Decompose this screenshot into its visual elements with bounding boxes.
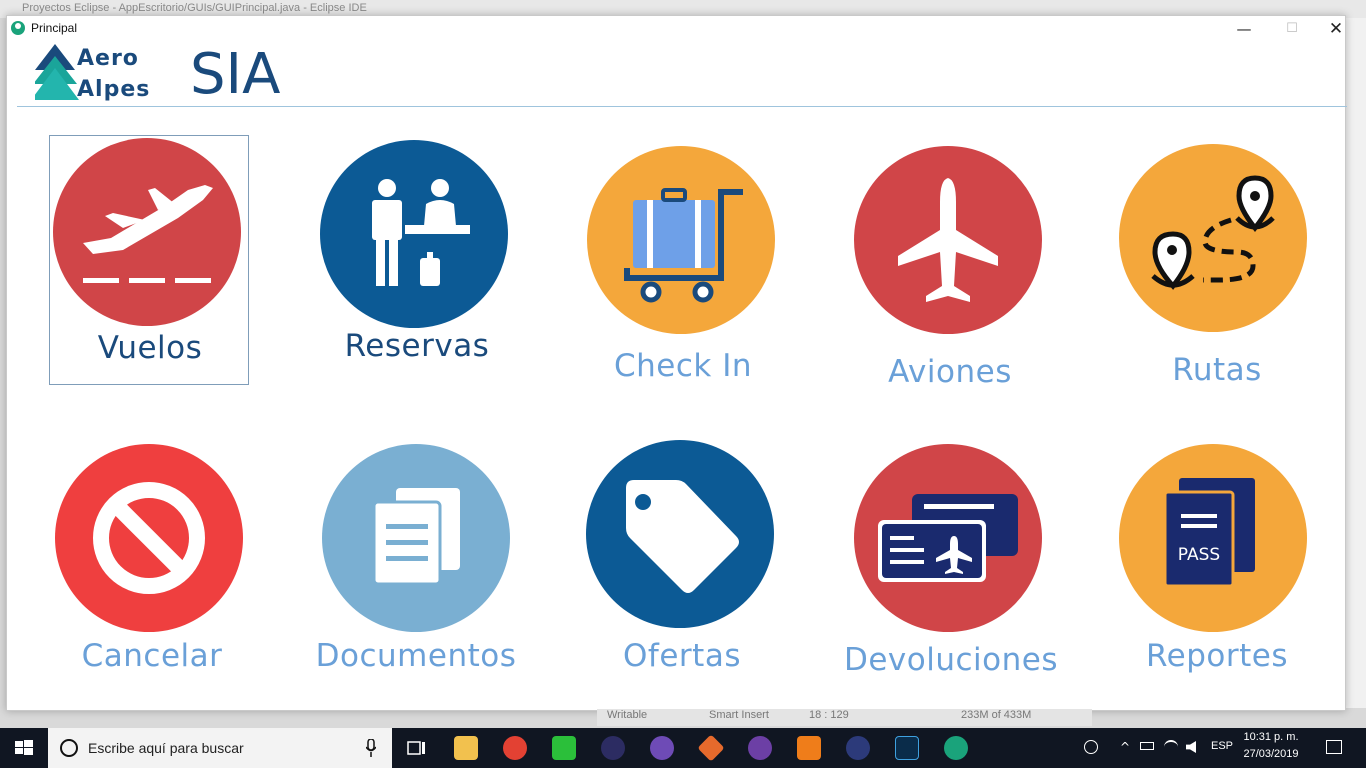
- tile-devoluciones[interactable]: Devoluciones: [844, 444, 1058, 694]
- eclipse-ee-icon[interactable]: [748, 736, 772, 760]
- tile-label: Rutas: [1172, 352, 1262, 388]
- cpu-monitor-icon[interactable]: [552, 736, 576, 760]
- system-tray: ^ ESP 10:31 p. m. 27/03/2019: [1076, 728, 1366, 768]
- status-cursor-position: 18 : 129: [809, 709, 849, 721]
- background-window-title: Proyectos Eclipse - AppEscritorio/GUIs/G…: [22, 2, 367, 14]
- wifi-icon[interactable]: [1164, 740, 1178, 754]
- battery-icon[interactable]: [1140, 742, 1154, 750]
- route-pins-icon: [1119, 144, 1307, 332]
- maximize-button[interactable]: ☐: [1269, 16, 1315, 42]
- tile-check-in[interactable]: Check In: [583, 146, 783, 396]
- java-app-taskbar-icon[interactable]: [944, 736, 968, 760]
- tile-cancelar[interactable]: Cancelar: [52, 444, 252, 694]
- photoshop-icon[interactable]: [895, 736, 919, 760]
- eclipse-ide-icon[interactable]: [846, 736, 870, 760]
- logo-text-aero: Aero: [77, 46, 139, 71]
- input-language[interactable]: ESP: [1211, 740, 1233, 752]
- reception-desk-icon: [320, 140, 508, 328]
- eclipse-icon[interactable]: [601, 736, 625, 760]
- principal-window: Principal — ☐ ✕ Aero Alpes SIA Vuelos Re…: [6, 15, 1347, 711]
- show-hidden-icons-icon[interactable]: ^: [1120, 740, 1130, 754]
- documents-icon: [322, 444, 510, 632]
- tile-label: Aviones: [888, 354, 1012, 390]
- plane-takeoff-icon: [53, 138, 241, 326]
- passport-icon: PASS: [1119, 444, 1307, 632]
- windows-taskbar: Escribe aquí para buscar ^ ESP 10:31 p. …: [0, 728, 1366, 768]
- tile-vuelos[interactable]: Vuelos: [49, 135, 249, 385]
- eclipse-status-bar: Writable Smart Insert 18 : 129 233M of 4…: [597, 709, 1092, 726]
- status-insert-mode: Smart Insert: [709, 709, 769, 721]
- tile-label: Documentos: [315, 638, 517, 674]
- tile-label: Vuelos: [97, 330, 203, 366]
- tile-label: Devoluciones: [843, 642, 1058, 678]
- tile-documentos[interactable]: Documentos: [316, 444, 516, 694]
- tile-label: Cancelar: [81, 638, 223, 674]
- tile-label: Ofertas: [623, 638, 741, 674]
- status-memory: 233M of 433M: [961, 709, 1032, 721]
- github-desktop-icon[interactable]: [650, 736, 674, 760]
- app-title: SIA: [190, 42, 281, 107]
- close-button[interactable]: ✕: [1313, 16, 1359, 42]
- tile-reportes[interactable]: PASS Reportes: [1117, 444, 1317, 694]
- gitkraken-icon[interactable]: [697, 734, 725, 762]
- volume-icon[interactable]: [1186, 741, 1196, 753]
- luggage-cart-icon: [587, 146, 775, 334]
- clock-date[interactable]: 27/03/2019: [1236, 748, 1306, 760]
- prohibited-icon: [55, 444, 243, 632]
- tile-label: Reportes: [1146, 638, 1288, 674]
- window-titlebar: Principal — ☐ ✕: [7, 16, 1345, 42]
- windows-start-icon[interactable]: [0, 728, 48, 768]
- window-title: Principal: [31, 21, 78, 35]
- cortana-icon: [60, 739, 78, 757]
- microphone-icon[interactable]: [366, 739, 376, 757]
- passport-pass-text: PASS: [1178, 545, 1220, 565]
- price-tag-icon: [586, 440, 774, 628]
- tile-aviones[interactable]: Aviones: [850, 146, 1050, 396]
- tile-label: Check In: [613, 348, 752, 384]
- chrome-icon[interactable]: [503, 736, 527, 760]
- task-view-icon[interactable]: [405, 736, 429, 760]
- logo-text-alpes: Alpes: [77, 77, 151, 102]
- background-eclipse-edge: [1346, 18, 1366, 708]
- clock-time[interactable]: 10:31 p. m.: [1236, 731, 1306, 743]
- status-writable: Writable: [607, 709, 648, 721]
- sublime-text-icon[interactable]: [797, 736, 821, 760]
- people-icon[interactable]: [1084, 740, 1098, 754]
- tile-reservas[interactable]: Reservas: [317, 138, 517, 388]
- tile-ofertas[interactable]: Ofertas: [582, 440, 782, 690]
- taskbar-search-box[interactable]: Escribe aquí para buscar: [48, 728, 392, 768]
- header-divider: [17, 106, 1347, 107]
- search-placeholder: Escribe aquí para buscar: [88, 740, 244, 756]
- tile-label: Reservas: [344, 328, 490, 364]
- tickets-icon: [854, 444, 1042, 632]
- tile-rutas[interactable]: Rutas: [1117, 144, 1317, 394]
- file-explorer-icon[interactable]: [454, 736, 478, 760]
- java-app-icon: [11, 21, 25, 35]
- airplane-icon: [854, 146, 1042, 334]
- notifications-icon[interactable]: [1326, 740, 1342, 754]
- minimize-button[interactable]: —: [1221, 16, 1267, 42]
